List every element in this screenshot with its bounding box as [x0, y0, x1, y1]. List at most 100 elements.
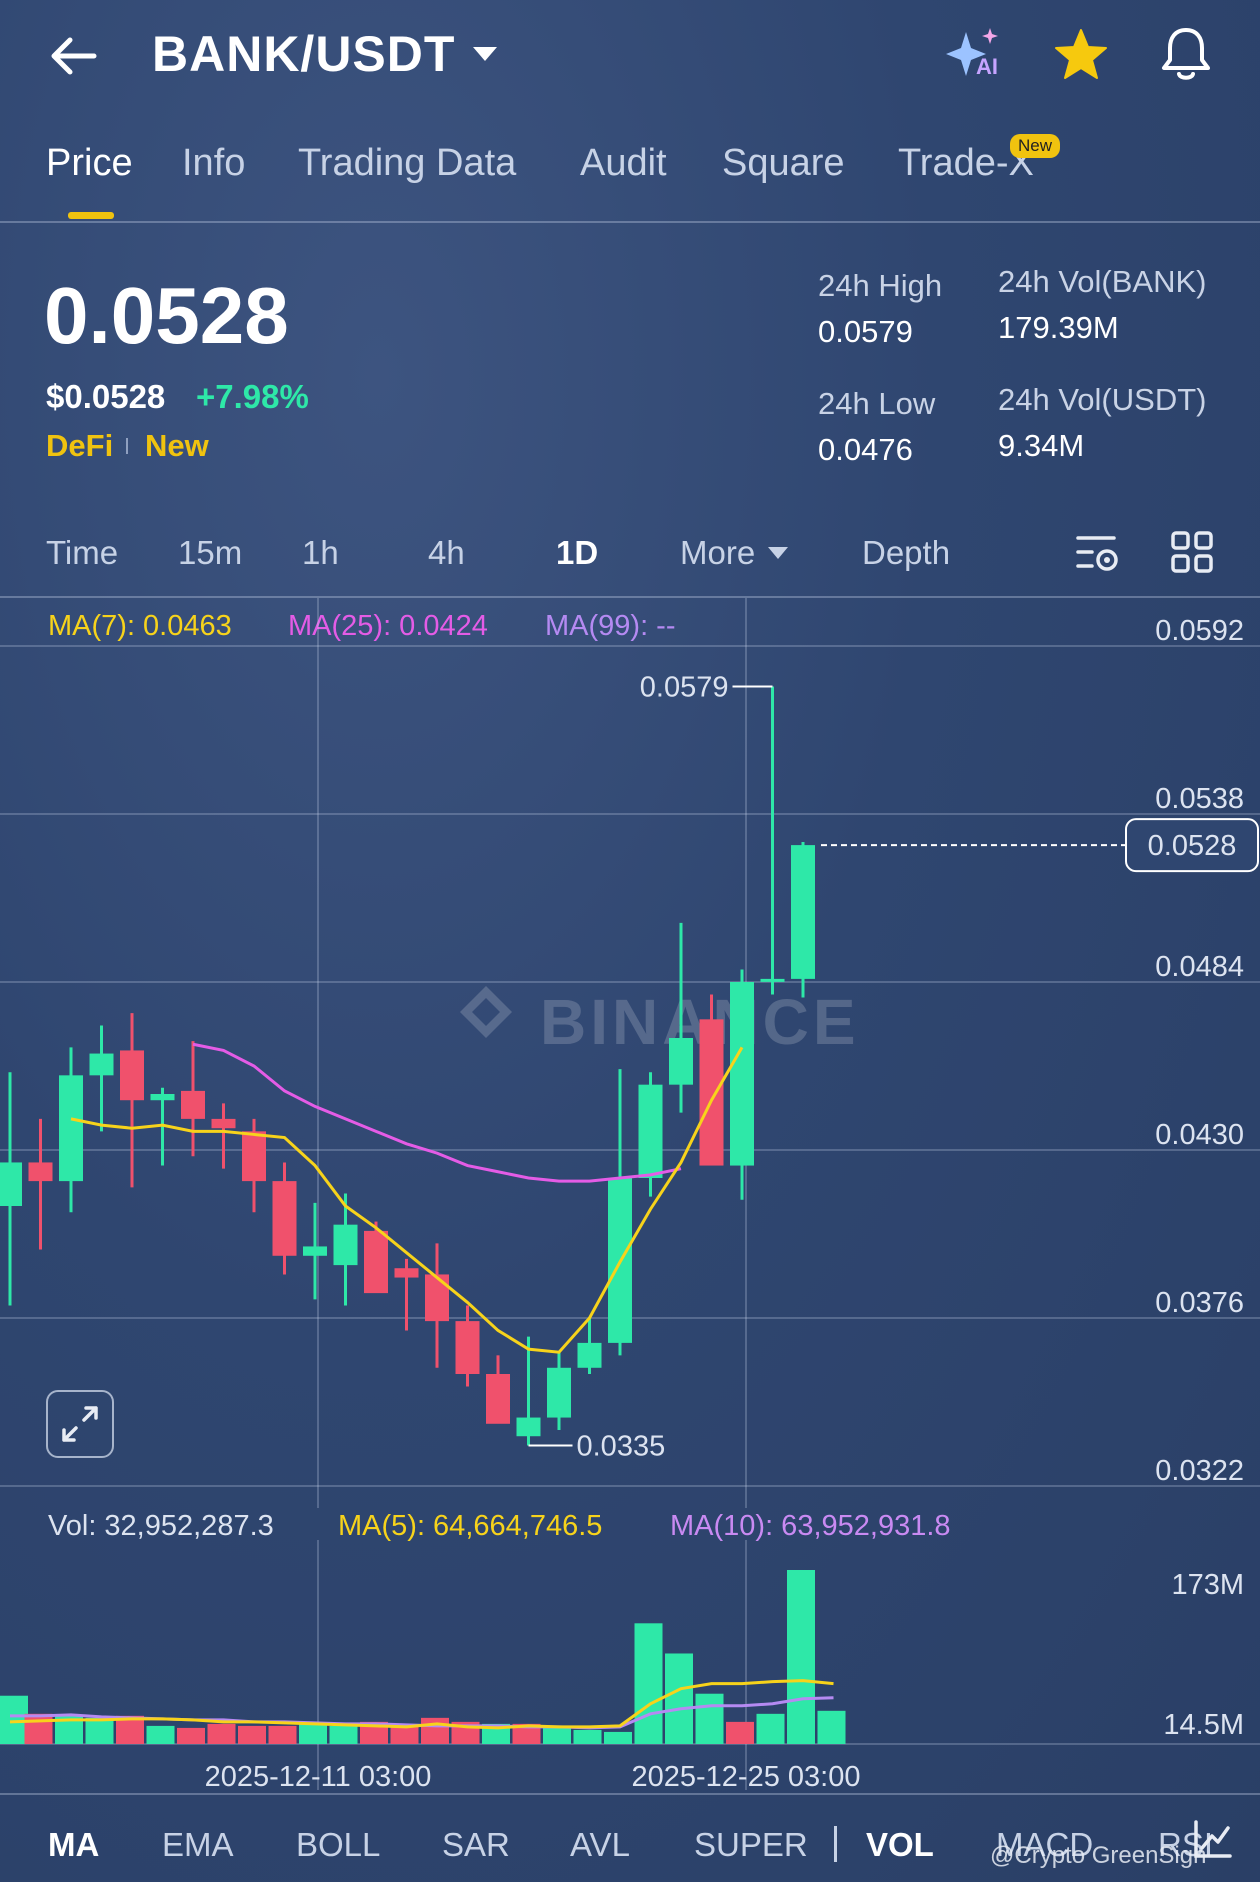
tab-trading-data[interactable]: Trading Data: [298, 142, 516, 185]
ai-button[interactable]: AI: [940, 24, 1012, 86]
volume-bar: [787, 1570, 815, 1744]
volume-bar: [299, 1723, 327, 1744]
candle-body: [516, 1417, 541, 1437]
candle-body: [760, 978, 785, 982]
back-button[interactable]: [48, 30, 100, 82]
y-tick-label: 0.0592: [1155, 615, 1244, 647]
usd-price: $0.0528: [46, 378, 166, 415]
ai-label: AI: [976, 54, 998, 79]
indicator-super[interactable]: SUPER: [694, 1826, 808, 1864]
candle-body: [333, 1224, 358, 1266]
candle-body: [730, 982, 754, 1166]
tag-new[interactable]: New: [145, 428, 209, 464]
vol-tick-label: 173M: [1171, 1569, 1244, 1601]
volume-bar: [268, 1725, 297, 1744]
volume-bar: [756, 1713, 785, 1744]
stat-vol-bank-label: 24h Vol(BANK): [998, 264, 1207, 299]
stat-low-value: 0.0476: [818, 432, 913, 467]
candle-body: [242, 1131, 266, 1182]
tf-time[interactable]: Time: [46, 534, 118, 572]
x-tick-label: 2025-12-11 03:00: [205, 1761, 432, 1790]
tf-more[interactable]: More: [680, 534, 789, 572]
tabs-divider: [0, 221, 1260, 223]
candlestick-chart[interactable]: 0.05920.05380.04840.04300.03760.0322BINA…: [0, 598, 1260, 1508]
candle-body: [791, 845, 815, 979]
indicator-separator: [834, 1826, 837, 1862]
volume-bar: [421, 1717, 449, 1744]
candle-body: [89, 1053, 114, 1076]
tab-price[interactable]: Price: [46, 142, 133, 185]
footer-credit: @Crypto GreenSign: [990, 1842, 1207, 1869]
indicator-ema[interactable]: EMA: [162, 1826, 234, 1864]
ma25-line: [192, 1042, 682, 1183]
volume-bar: [146, 1725, 175, 1744]
indicator-vol[interactable]: VOL: [866, 1826, 934, 1864]
candle-body: [28, 1162, 53, 1182]
volume-bar: [726, 1721, 754, 1744]
tab-active-indicator: [68, 212, 114, 219]
layout-grid-button[interactable]: [1170, 530, 1214, 574]
last-price: 0.0528: [44, 271, 289, 360]
candle-body: [638, 1084, 663, 1178]
tf-depth[interactable]: Depth: [862, 534, 950, 572]
chart-settings-icon: [1076, 536, 1118, 571]
vol-legend: Vol: 32,952,287.3: [48, 1510, 274, 1542]
favorite-button[interactable]: [1052, 26, 1110, 84]
indicator-sar[interactable]: SAR: [442, 1826, 510, 1864]
candle-body: [669, 1038, 693, 1085]
candle-body: [486, 1374, 510, 1424]
binance-logo-shape: [460, 986, 512, 1038]
stat-vol-bank-value: 179.39M: [998, 310, 1119, 345]
tab-audit[interactable]: Audit: [580, 142, 667, 185]
x-tick-label: 2025-12-25 03:00: [632, 1761, 861, 1790]
chart-settings-button[interactable]: [1074, 530, 1122, 576]
volume-bar: [177, 1727, 205, 1744]
pair-title: BANK/USDT: [152, 26, 456, 82]
volume-chart[interactable]: 173M 14.5M 2025-12-11 03:00 2025-12-25 03:0…: [0, 1540, 1260, 1790]
vol-tick-label: 14.5M: [1163, 1709, 1244, 1741]
bell-icon: [1162, 28, 1210, 80]
indicator-boll[interactable]: BOLL: [296, 1826, 380, 1864]
tab-square[interactable]: Square: [722, 142, 845, 185]
indicator-avl[interactable]: AVL: [570, 1826, 630, 1864]
stat-low-label: 24h Low: [818, 386, 936, 421]
tf-4h[interactable]: 4h: [428, 534, 465, 572]
tf-15m[interactable]: 15m: [178, 534, 242, 572]
y-tick-label: 0.0376: [1155, 1287, 1244, 1319]
max-price-label: 0.0579: [640, 671, 729, 703]
y-tick-label: 0.0430: [1155, 1119, 1244, 1151]
volume-bar: [817, 1710, 846, 1744]
grid-icon: [1171, 531, 1213, 573]
volume-bar: [238, 1725, 266, 1744]
tf-more-label: More: [680, 534, 756, 571]
stat-vol-usdt-label: 24h Vol(USDT): [998, 382, 1207, 417]
candle-body: [211, 1118, 236, 1129]
last-price-label: 0.0528: [1148, 830, 1237, 862]
volume-bar: [390, 1725, 419, 1744]
back-arrow-icon: [51, 37, 97, 75]
stat-high-value: 0.0579: [818, 314, 913, 349]
tf-1d[interactable]: 1D: [556, 534, 598, 572]
indicator-ma[interactable]: MA: [48, 1826, 99, 1864]
candle-body: [181, 1090, 205, 1119]
price-change: +7.98%: [196, 378, 309, 415]
tab-info[interactable]: Info: [182, 142, 245, 185]
candle-body: [364, 1230, 388, 1294]
tf-1h[interactable]: 1h: [302, 534, 339, 572]
candle-body: [577, 1342, 602, 1368]
volume-bar: [24, 1713, 53, 1744]
y-tick-label: 0.0322: [1155, 1455, 1244, 1487]
min-price-label: 0.0335: [577, 1431, 666, 1463]
tag-defi[interactable]: DeFi: [46, 428, 113, 464]
candle-body: [394, 1268, 419, 1278]
candle-body: [303, 1246, 327, 1256]
volume-bar: [573, 1729, 602, 1744]
volume-bar: [604, 1731, 632, 1744]
chevron-down-icon: [473, 47, 498, 61]
expand-chart-button[interactable]: [46, 1390, 114, 1458]
volume-bar: [695, 1693, 724, 1744]
caret-down-icon: [768, 547, 789, 559]
pair-selector[interactable]: BANK/USDT: [152, 24, 499, 84]
notification-button[interactable]: [1156, 24, 1216, 84]
stat-vol-usdt-value: 9.34M: [998, 428, 1085, 463]
